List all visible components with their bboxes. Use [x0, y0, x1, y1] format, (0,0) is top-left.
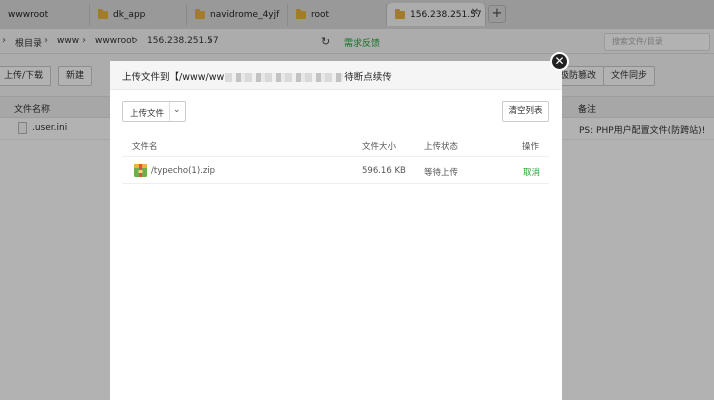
close-dialog-icon[interactable]: ✕	[550, 52, 569, 71]
upload-row: /typecho(1).zip 596.16 KB 等待上传 取消	[122, 158, 549, 184]
upload-dialog: 上传文件到【/www/ww 待断点续传 上传文件 ⌄ 清空列表 文件名 文件大小 …	[110, 61, 562, 400]
upload-file-size: 596.16 KB	[362, 166, 406, 176]
upload-file-status: 等待上传	[424, 168, 459, 178]
upload-file-label: 上传文件	[130, 109, 165, 119]
redacted-path	[225, 73, 344, 82]
dialog-title-prefix: 上传文件到【/www/ww	[122, 72, 225, 83]
clear-list-button[interactable]: 清空列表	[502, 101, 549, 122]
divider	[169, 102, 170, 121]
column-status: 上传状态	[424, 142, 459, 152]
column-filesize: 文件大小	[362, 142, 397, 152]
column-action: 操作	[522, 142, 540, 152]
zip-file-icon	[134, 164, 147, 177]
cancel-upload-button[interactable]: 取消	[523, 166, 540, 178]
dialog-header: 上传文件到【/www/ww 待断点续传	[110, 61, 562, 90]
upload-file-name: /typecho(1).zip	[151, 166, 216, 176]
column-filename: 文件名	[132, 142, 158, 152]
upload-file-button[interactable]: 上传文件 ⌄	[122, 101, 186, 122]
dialog-title: 上传文件到【/www/ww 待断点续传	[122, 69, 392, 83]
dialog-title-suffix: 待断点续传	[344, 72, 392, 83]
upload-table-header: 文件名 文件大小 上传状态 操作	[122, 133, 549, 157]
chevron-down-icon[interactable]: ⌄	[173, 105, 181, 115]
